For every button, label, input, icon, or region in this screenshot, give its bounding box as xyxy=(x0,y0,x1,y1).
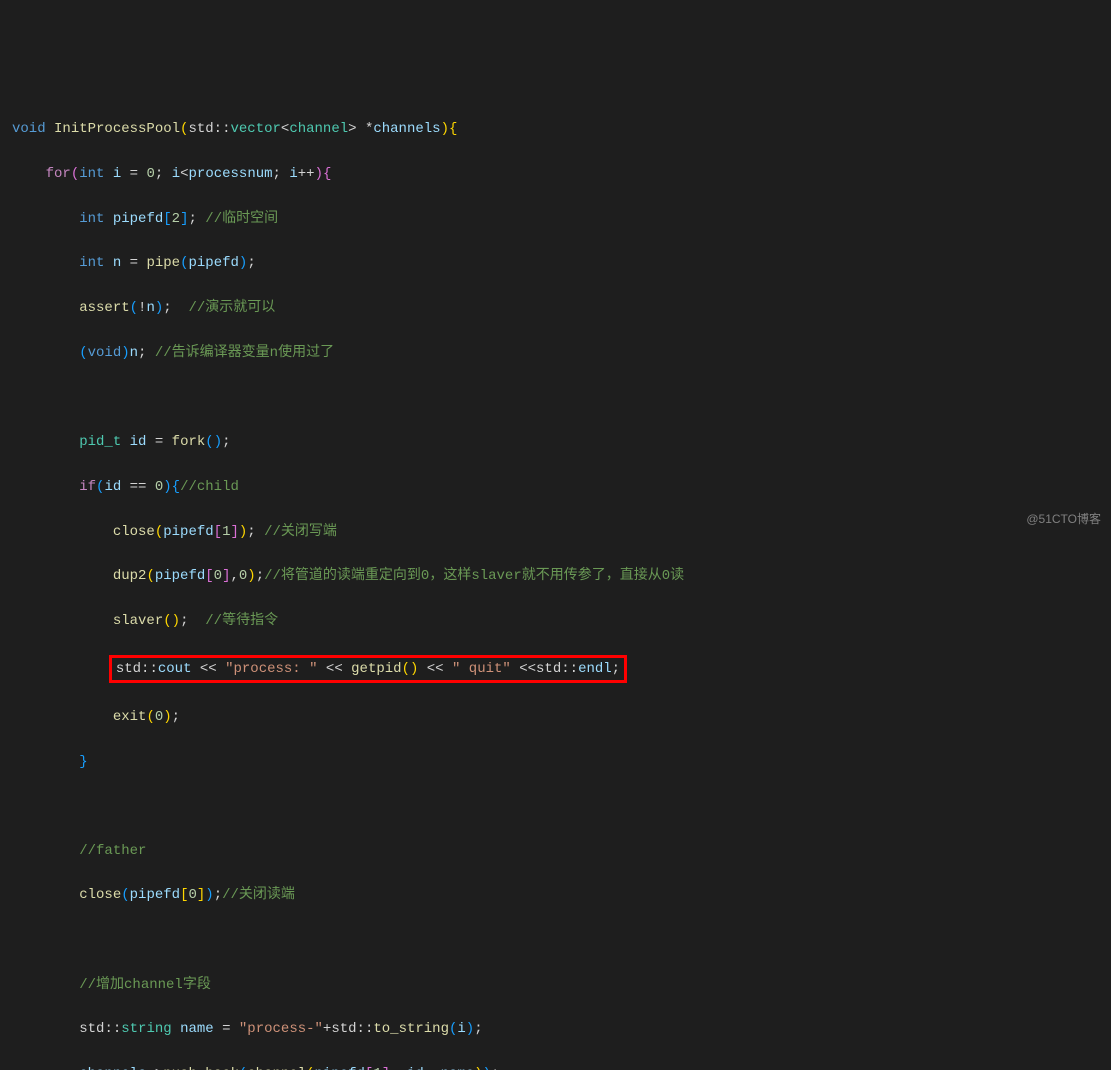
code-line-16 xyxy=(12,795,1099,817)
code-line-15: } xyxy=(12,751,1099,773)
code-line-19 xyxy=(12,929,1099,951)
code-line-6: (void)n; //告诉编译器变量n使用过了 xyxy=(12,342,1099,364)
code-line-17: //father xyxy=(12,840,1099,862)
code-line-10: close(pipefd[1]); //关闭写端 xyxy=(12,521,1099,543)
code-line-5: assert(!n); //演示就可以 xyxy=(12,297,1099,319)
code-line-13: std::cout << "process: " << getpid() << … xyxy=(12,655,1099,683)
code-line-7 xyxy=(12,387,1099,409)
code-line-11: dup2(pipefd[0],0);//将管道的读端重定向到0，这样slaver… xyxy=(12,565,1099,587)
code-line-8: pid_t id = fork(); xyxy=(12,431,1099,453)
code-line-22: channels->push_back(channel(pipefd[1], i… xyxy=(12,1063,1099,1070)
code-editor: void InitProcessPool(std::vector<channel… xyxy=(12,96,1099,1070)
highlighted-line: std::cout << "process: " << getpid() << … xyxy=(109,655,627,683)
code-line-9: if(id == 0){//child xyxy=(12,476,1099,498)
code-line-20: //增加channel字段 xyxy=(12,974,1099,996)
code-line-3: int pipefd[2]; //临时空间 xyxy=(12,208,1099,230)
code-line-2: for(int i = 0; i<processnum; i++){ xyxy=(12,163,1099,185)
code-line-14: exit(0); xyxy=(12,706,1099,728)
watermark: @51CTO博客 xyxy=(1026,510,1101,529)
code-line-12: slaver(); //等待指令 xyxy=(12,610,1099,632)
code-line-4: int n = pipe(pipefd); xyxy=(12,252,1099,274)
code-line-18: close(pipefd[0]);//关闭读端 xyxy=(12,884,1099,906)
code-line-1: void InitProcessPool(std::vector<channel… xyxy=(12,118,1099,140)
code-line-21: std::string name = "process-"+std::to_st… xyxy=(12,1018,1099,1040)
